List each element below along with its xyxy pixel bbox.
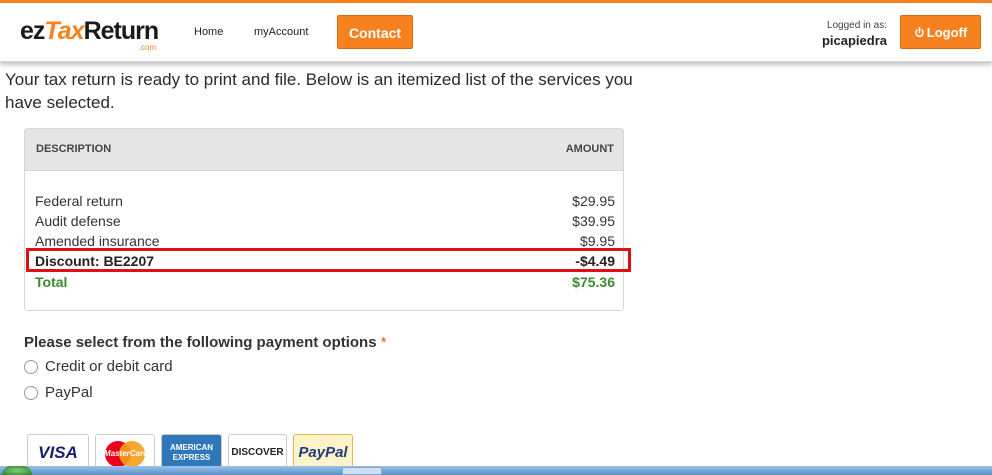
logoff-label: Logoff (926, 25, 968, 40)
total-amount: $75.36 (572, 274, 615, 290)
mastercard-logo: MasterCard (95, 434, 155, 470)
logo-part-tax: Tax (44, 17, 84, 45)
logged-in-label: Logged in as: (826, 20, 887, 31)
taskbar-item[interactable] (342, 467, 382, 475)
column-header-amount: AMOUNT (565, 143, 614, 155)
visa-logo: VISA (27, 434, 89, 470)
discover-text: DISCOVER (231, 447, 284, 458)
radio-button[interactable] (24, 360, 38, 374)
os-taskbar (0, 466, 992, 475)
payment-options-title: Please select from the following payment… (24, 334, 387, 351)
paypal-text: PayPal (298, 444, 348, 461)
item-amount: $39.95 (572, 213, 615, 229)
table-row: Federal return $29.95 (35, 191, 615, 211)
column-header-description: DESCRIPTION (36, 143, 112, 155)
nav-myaccount-link[interactable]: myAccount (254, 26, 308, 38)
discount-highlight-box (26, 248, 631, 272)
total-label: Total (35, 274, 68, 290)
start-button-icon[interactable] (2, 466, 32, 475)
item-description: Amended insurance (35, 233, 160, 249)
logoff-button[interactable]: Logoff (900, 15, 981, 49)
payment-options-label: Please select from the following payment… (24, 334, 377, 351)
logo-part-ez: ez (20, 17, 45, 45)
power-icon (914, 27, 924, 38)
required-asterisk: * (380, 334, 387, 351)
summary-header-row: DESCRIPTION AMOUNT (25, 129, 623, 171)
visa-text: VISA (38, 443, 78, 462)
paypal-logo: PayPal (293, 434, 353, 470)
radio-label[interactable]: Credit or debit card (45, 358, 173, 375)
logo-part-return: Return (83, 17, 160, 45)
mastercard-text: MasterCard (103, 449, 148, 458)
contact-button[interactable]: Contact (337, 15, 413, 49)
table-row: Audit defense $39.95 (35, 211, 615, 231)
radio-button[interactable] (24, 386, 38, 400)
site-header: ezTaxReturn .com Home myAccount Contact … (0, 3, 992, 62)
item-amount: $29.95 (572, 193, 615, 209)
order-summary-table: DESCRIPTION AMOUNT Federal return $29.95… (24, 128, 624, 311)
eztaxreturn-logo[interactable]: ezTaxReturn .com (20, 17, 160, 52)
item-amount: $9.95 (579, 233, 615, 249)
intro-text: Your tax return is ready to print and fi… (5, 70, 633, 112)
radio-label[interactable]: PayPal (45, 384, 93, 401)
item-description: Audit defense (35, 213, 121, 229)
item-description: Federal return (35, 193, 123, 209)
amex-text: AMERICAN EXPRESS (169, 443, 214, 462)
discover-logo: DISCOVER (228, 434, 287, 470)
nav-home-link[interactable]: Home (194, 26, 223, 38)
logged-in-username: picapiedra (821, 33, 887, 48)
logo-suffix: .com (138, 43, 157, 52)
american-express-logo: AMERICAN EXPRESS (161, 434, 222, 470)
total-row: Total $75.36 (35, 272, 615, 292)
